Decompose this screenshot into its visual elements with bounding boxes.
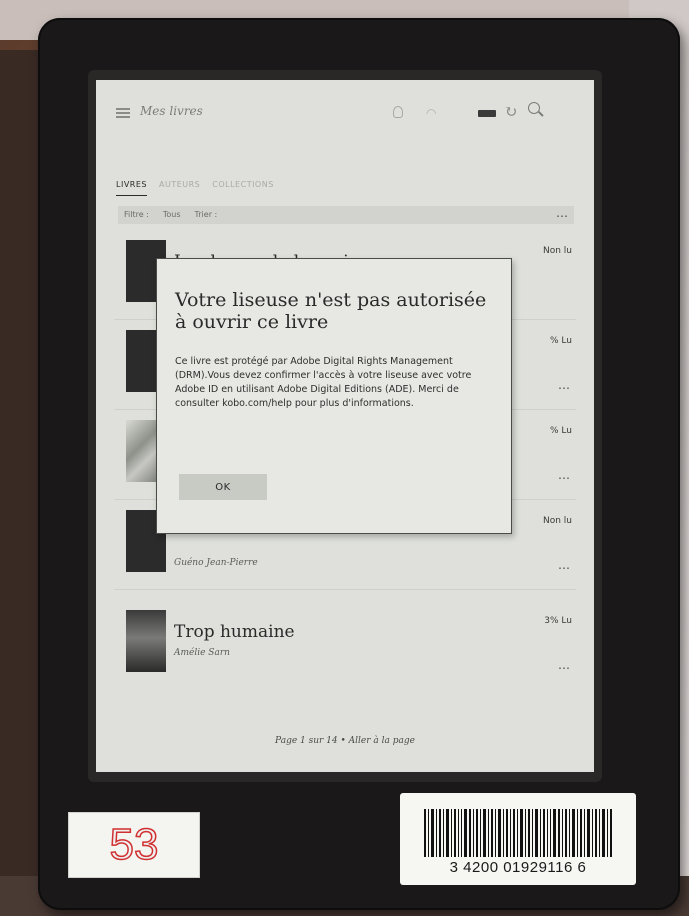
battery-icon bbox=[478, 110, 496, 117]
more-options-icon[interactable]: … bbox=[558, 558, 570, 572]
tab-books[interactable]: LIVRES bbox=[116, 180, 147, 196]
light-bulb-icon[interactable] bbox=[393, 106, 403, 118]
drm-error-dialog: Votre liseuse n'est pas autorisée à ouvr… bbox=[156, 258, 512, 534]
barcode-bars bbox=[424, 809, 612, 857]
book-row[interactable]: Trop humaine Amélie Sarn 3% Lu … bbox=[114, 600, 576, 690]
search-icon[interactable] bbox=[528, 102, 544, 118]
book-cover bbox=[126, 610, 166, 672]
status-text: Non lu bbox=[542, 516, 572, 526]
tab-collections[interactable]: COLLECTIONS bbox=[212, 180, 274, 196]
read-status: % Lu bbox=[550, 426, 572, 436]
tab-authors[interactable]: AUTEURS bbox=[159, 180, 200, 196]
read-status: % Lu bbox=[550, 336, 572, 346]
dialog-title: Votre liseuse n'est pas autorisée à ouvr… bbox=[175, 289, 487, 333]
filter-dropdown[interactable]: Tous bbox=[163, 210, 181, 220]
book-author: Guéno Jean-Pierre bbox=[174, 558, 258, 568]
filter-bar: Filtre : Tous Trier : … bbox=[118, 206, 574, 224]
read-status: 3% Lu bbox=[544, 616, 572, 626]
read-status: Non lu bbox=[543, 246, 572, 256]
ok-button[interactable]: OK bbox=[179, 474, 267, 500]
sort-dropdown[interactable]: Trier : bbox=[195, 210, 218, 220]
library-tabs: LIVRES AUTEURS COLLECTIONS bbox=[116, 180, 274, 196]
status-text: % Lu bbox=[550, 336, 572, 346]
more-options-icon[interactable]: … bbox=[558, 658, 570, 672]
hamburger-menu-icon[interactable] bbox=[116, 108, 130, 118]
more-options-icon[interactable]: … bbox=[558, 468, 570, 482]
status-text: Non lu bbox=[542, 246, 572, 256]
book-title: Trop humaine bbox=[174, 622, 295, 642]
wifi-icon[interactable]: ◠ bbox=[426, 106, 436, 120]
more-options-icon[interactable]: … bbox=[558, 378, 570, 392]
app-title: Mes livres bbox=[140, 104, 203, 118]
more-options-icon[interactable]: … bbox=[556, 206, 568, 220]
read-status: Non lu bbox=[543, 516, 572, 526]
e-ink-screen: Mes livres ◠ ↻ LIVRES AUTEURS COLLECTION… bbox=[96, 80, 594, 772]
dialog-message: Ce livre est protégé par Adobe Digital R… bbox=[175, 356, 472, 409]
inventory-number-sticker: 53 bbox=[68, 812, 200, 878]
sync-icon[interactable]: ↻ bbox=[504, 102, 517, 121]
barcode-number: 3 4200 01929116 6 bbox=[449, 859, 587, 876]
status-text: 3% Lu bbox=[544, 616, 572, 626]
pagination[interactable]: Page 1 sur 14 • Aller à la page bbox=[96, 736, 594, 746]
barcode-sticker: 3 4200 01929116 6 bbox=[400, 793, 636, 885]
book-author: Amélie Sarn bbox=[174, 648, 230, 658]
e-reader-device: Mes livres ◠ ↻ LIVRES AUTEURS COLLECTION… bbox=[38, 18, 680, 910]
filter-label: Filtre : bbox=[124, 210, 149, 219]
status-text: % Lu bbox=[550, 426, 572, 436]
inventory-number: 53 bbox=[109, 819, 159, 870]
app-bar: Mes livres ◠ ↻ bbox=[96, 80, 594, 138]
